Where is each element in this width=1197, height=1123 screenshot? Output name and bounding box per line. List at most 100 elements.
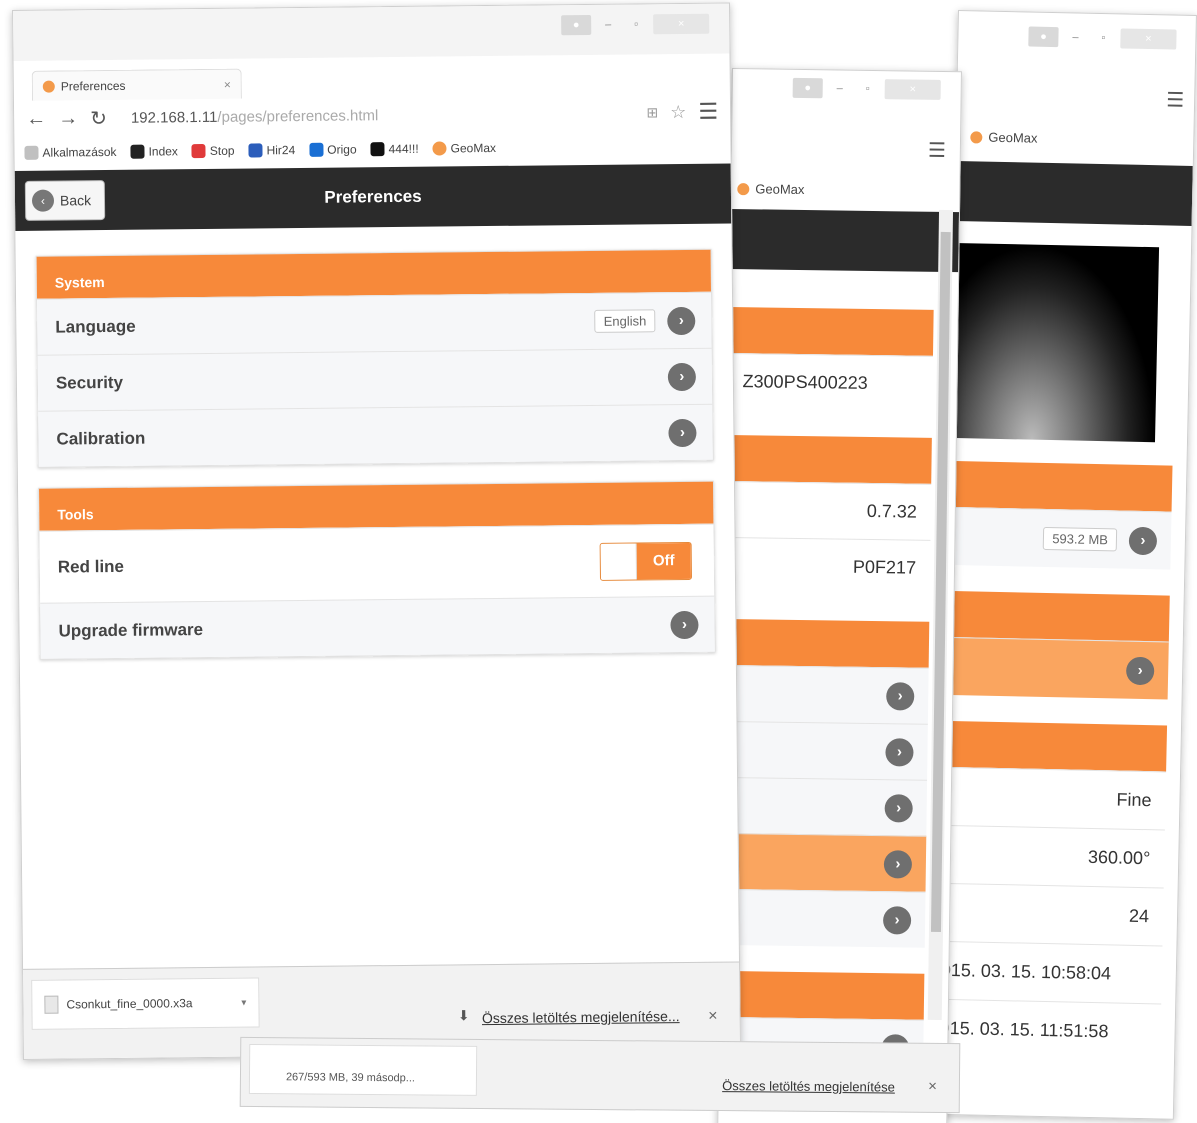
bookmark-item[interactable]: Origo [309, 142, 357, 157]
size-badge: 593.2 MB [1043, 526, 1118, 552]
download-item-secondary[interactable]: 267/593 MB, 39 másodp... [248, 1043, 478, 1096]
list-item[interactable]: › [723, 664, 929, 724]
browser-window-right: ● – ▫ × ☰ GeoMax 593.2 MB › › Fine 360.0… [934, 10, 1197, 1120]
bookmark-item[interactable]: GeoMax [432, 141, 496, 156]
info-list: Z300PS400223 0.7.32 P0F217 › › › › › › [718, 306, 934, 1076]
section-header [945, 590, 1170, 642]
bookmark-item[interactable]: Hir24 [248, 143, 295, 158]
show-all-downloads-link[interactable]: Összes letöltés megjelenítése... [482, 1008, 680, 1026]
system-header: System [36, 249, 711, 299]
chevron-right-icon: › [670, 610, 699, 639]
close-window-button[interactable]: × [653, 13, 710, 35]
bookmark-icon [24, 145, 39, 160]
start-time-row: 015. 03. 15. 10:58:04 [938, 940, 1163, 1004]
info-list: 593.2 MB › › Fine 360.00° 24 015. 03. 15… [937, 460, 1173, 1062]
list-item[interactable]: › [723, 720, 928, 780]
geomax-favicon-icon [42, 80, 55, 93]
maximize-button[interactable]: ▫ [625, 14, 647, 34]
close-download-bar-icon[interactable]: × [928, 1078, 937, 1095]
calibration-row[interactable]: Calibration › [38, 403, 713, 467]
list-item-highlighted[interactable]: › [721, 832, 927, 892]
window-controls: ● – ▫ × [792, 77, 941, 100]
bookmarks-bar: Alkalmazások Index Stop Hir24 Origo 444!!! Geo… [14, 131, 730, 166]
section-header [943, 720, 1168, 772]
address-bar-row: ← → ↻ 192.168.1.11/pages/preferences.htm… [14, 93, 730, 136]
chevron-right-icon: › [667, 306, 696, 335]
download-bar-secondary: 267/593 MB, 39 másodp... Összes letöltés… [239, 1036, 961, 1114]
close-tab-icon[interactable]: × [224, 77, 231, 91]
language-row[interactable]: Language English › [37, 291, 712, 355]
upgrade-firmware-row[interactable]: Upgrade firmware › [40, 595, 715, 659]
chevron-right-icon: › [1128, 526, 1158, 555]
serial-row: Z300PS400223 [728, 352, 934, 412]
profile-icon[interactable]: ● [1028, 26, 1059, 48]
section-header [948, 460, 1173, 512]
tools-section: Tools Red line Off Upgrade firmware › [38, 480, 716, 660]
profile-icon[interactable]: ● [561, 14, 592, 36]
app-header-bar [730, 209, 960, 273]
show-all-downloads-link[interactable]: Összes letöltés megjelenítése [722, 1078, 895, 1095]
red-line-row: Red line Off [39, 523, 715, 603]
menu-icon[interactable]: ☰ [928, 138, 946, 163]
maximize-button[interactable]: ▫ [857, 79, 879, 99]
translate-icon[interactable]: ⊞ [646, 104, 658, 121]
quality-row: Fine [941, 766, 1167, 830]
tools-header: Tools [39, 481, 714, 531]
app-header-bar: ‹ Back Preferences [14, 163, 732, 231]
preferences-content: System Language English › Security › Cal… [35, 248, 716, 680]
security-row[interactable]: Security › [37, 347, 713, 411]
maximize-button[interactable]: ▫ [1092, 28, 1114, 48]
profile-icon[interactable]: ● [792, 77, 823, 99]
system-section: System Language English › Security › Cal… [35, 248, 714, 468]
geomax-icon [970, 130, 983, 144]
download-arrow-icon: ⬇ [457, 1007, 470, 1024]
browser-window-middle: ● – ▫ × ☰ GeoMax Z300PS400223 0.7.32 P0F… [717, 68, 962, 1123]
tab-preferences[interactable]: Preferences × [31, 68, 242, 101]
size-row[interactable]: 593.2 MB › [947, 506, 1172, 570]
bookmark-icon [191, 143, 206, 159]
list-item[interactable]: › [722, 776, 928, 836]
bookmark-icon [370, 142, 385, 157]
menu-icon[interactable]: ☰ [1166, 87, 1184, 112]
code-row: P0F217 [725, 536, 931, 596]
minimize-button[interactable]: – [1064, 27, 1086, 47]
forward-arrow-icon[interactable]: → [58, 107, 78, 130]
window-controls: ● – ▫ × [1028, 26, 1177, 50]
caret-down-icon[interactable]: ▾ [241, 997, 246, 1008]
url-field[interactable]: 192.168.1.11/pages/preferences.html [119, 104, 635, 127]
section-header [724, 618, 930, 668]
angle-row: 360.00° [940, 824, 1165, 888]
bookmark-geomax[interactable]: GeoMax [970, 129, 1038, 146]
back-arrow-icon[interactable]: ← [26, 107, 46, 130]
close-download-bar-icon[interactable]: × [708, 1008, 718, 1026]
window-controls: ● – ▫ × [561, 13, 710, 36]
menu-icon[interactable]: ☰ [698, 99, 718, 125]
bookmark-item[interactable]: 444!!! [370, 142, 419, 157]
scrollbar-thumb[interactable] [930, 231, 951, 933]
close-window-button[interactable]: × [1120, 28, 1177, 50]
close-window-button[interactable]: × [884, 79, 941, 100]
bookmark-icon [248, 143, 263, 158]
chevron-right-icon: › [667, 362, 697, 391]
bookmark-item[interactable]: Alkalmazások [24, 145, 117, 160]
language-value-badge: English [594, 309, 656, 333]
bookmark-icon [432, 141, 447, 156]
bookmark-geomax[interactable]: GeoMax [737, 181, 805, 197]
chevron-right-icon: › [1125, 656, 1155, 685]
section-header [719, 970, 925, 1020]
list-item[interactable]: › [720, 888, 926, 948]
chevron-right-icon: › [884, 793, 913, 823]
minimize-button[interactable]: – [597, 15, 619, 35]
minimize-button[interactable]: – [829, 78, 851, 98]
download-item[interactable]: Csonkut_fine_0000.x3a ▾ [31, 977, 260, 1030]
highlighted-row[interactable]: › [944, 636, 1169, 700]
toggle-knob[interactable] [600, 542, 637, 580]
bookmark-item[interactable]: Index [130, 144, 178, 159]
bookmark-item[interactable]: Stop [191, 143, 235, 159]
star-icon[interactable]: ☆ [670, 101, 686, 122]
reload-icon[interactable]: ↻ [90, 106, 107, 131]
file-icon [44, 995, 59, 1014]
app-header-bar [954, 160, 1193, 226]
red-line-toggle[interactable]: Off [599, 541, 692, 581]
section-header [729, 306, 934, 356]
